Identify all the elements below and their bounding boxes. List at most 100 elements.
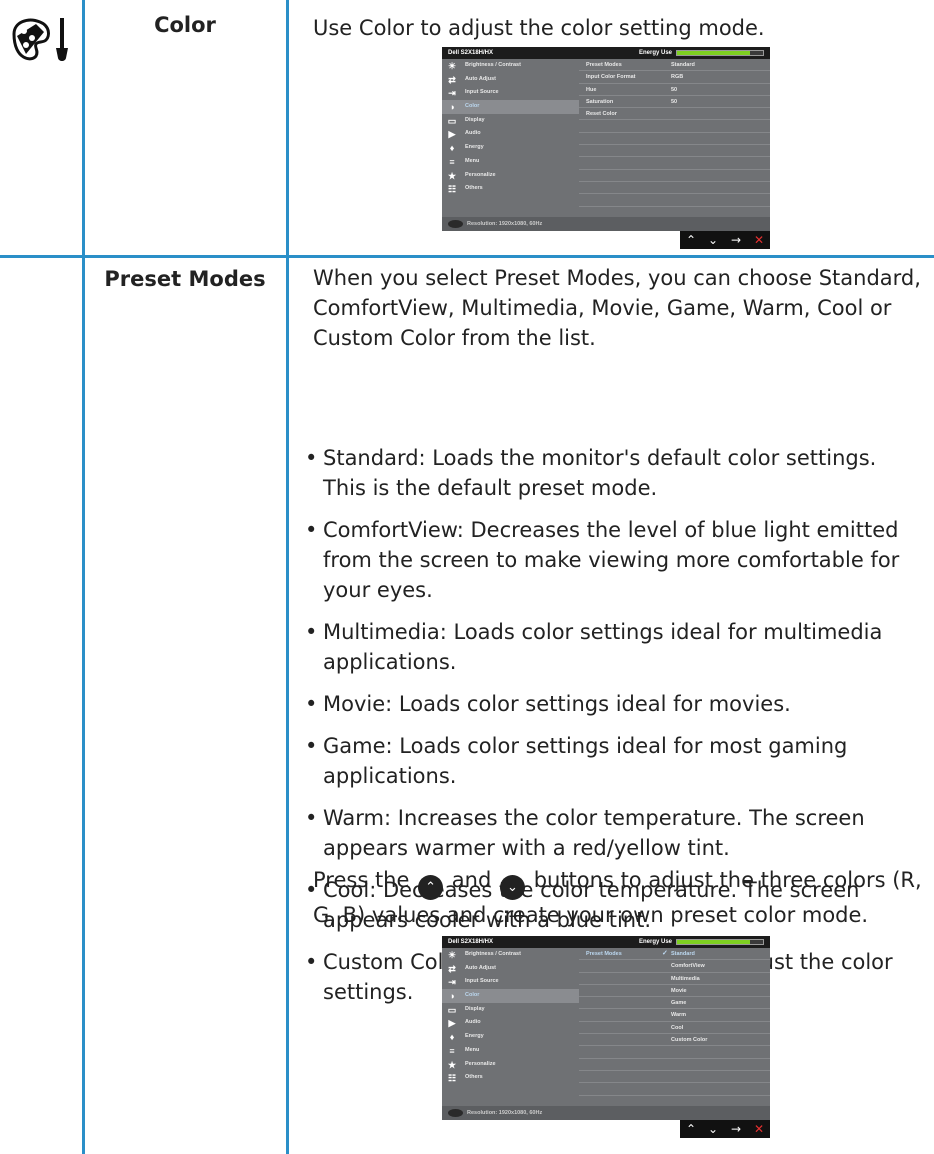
osd-setting-row[interactable]: Reset Color	[579, 108, 770, 121]
osd-menu-label: Others	[465, 185, 483, 192]
osd-preset-option[interactable]: Game	[579, 997, 770, 1010]
dell-logo	[448, 220, 463, 228]
osd-preset-option[interactable]: Warm	[579, 1009, 770, 1022]
down-icon[interactable]: ⌄	[708, 1121, 718, 1137]
osd-menu-item[interactable]: ☷ Others	[442, 182, 579, 196]
osd-setting-row[interactable]: Hue 50	[579, 84, 770, 96]
menu-icon: ≡	[449, 1045, 455, 1056]
osd-setting-value: Standard	[671, 62, 695, 68]
osd-menu-item[interactable]: ♦ Energy	[442, 1030, 579, 1044]
osd-menu-item[interactable]: ▭ Display	[442, 114, 579, 128]
osd-menu-label: Color	[465, 103, 480, 110]
energy-use-fill	[677, 940, 751, 944]
color-description: Use Color to adjust the color setting mo…	[313, 16, 765, 40]
color-palette-icon	[10, 14, 76, 66]
brightness-icon: ☀	[447, 61, 457, 71]
osd-setting-row	[579, 145, 770, 158]
enter-icon[interactable]: →	[731, 1121, 741, 1137]
others-icon: ☷	[447, 1073, 457, 1084]
osd-menu-label: Menu	[465, 1046, 480, 1053]
osd-preset-option	[579, 1083, 770, 1096]
osd-menu-label: Menu	[465, 157, 480, 164]
down-arrow-icon: ⌄	[500, 875, 525, 900]
osd-menu-item[interactable]: ◑ Color	[442, 100, 579, 114]
osd-setting-key: Input Color Format	[586, 74, 636, 81]
osd-preset-option[interactable]: Movie	[579, 985, 770, 998]
osd-preset-value: Multimedia	[671, 975, 700, 982]
osd-menu-item[interactable]: ▶ Audio	[442, 1016, 579, 1030]
osd-preset-option[interactable]: Multimedia	[579, 973, 770, 985]
osd-preset-options: Preset Modes ✓ Standard ComfortView Multimed…	[579, 948, 770, 1106]
osd-model: Dell S2X18H/HX	[448, 50, 494, 56]
preset-mode-item: ComfortView: Decreases the level of blue…	[305, 515, 925, 605]
preset-mode-item: Multimedia: Loads color settings ideal f…	[305, 617, 925, 677]
osd-menu-item[interactable]: ◑ Color	[442, 989, 579, 1003]
osd-menu-label: Auto Adjust	[465, 75, 496, 82]
osd-menu-item[interactable]: ★ Personalize	[442, 1058, 579, 1072]
osd-menu-label: Input Source	[465, 89, 499, 96]
osd-setting-row	[579, 182, 770, 195]
preset-mode-item: Warm: Increases the color temperature. T…	[305, 803, 925, 863]
menu-icon: ≡	[449, 156, 455, 167]
osd-setting-row[interactable]: Saturation 50	[579, 96, 770, 109]
osd-menu-item[interactable]: ▶ Audio	[442, 127, 579, 141]
press-text-pre: Press the	[313, 868, 410, 892]
osd-menu-item[interactable]: ≡ Menu	[442, 1044, 579, 1058]
enter-icon[interactable]: →	[731, 232, 741, 248]
osd-menu-label: Energy	[465, 1033, 484, 1040]
exit-icon[interactable]: ✕	[754, 1121, 764, 1137]
osd-preset-option	[579, 1071, 770, 1084]
osd-setting-key: Hue	[586, 86, 597, 93]
osd-menu-item[interactable]: ⇄ Auto Adjust	[442, 962, 579, 976]
star-icon: ★	[447, 170, 457, 181]
display-icon: ▭	[447, 115, 457, 126]
osd-setting-row[interactable]: Preset Modes Standard	[579, 59, 770, 72]
osd-preset-option[interactable]: Cool	[579, 1022, 770, 1035]
osd-nav-buttons: ⌃ ⌄ → ✕	[680, 231, 770, 249]
osd-energy-label: Energy Use	[639, 50, 673, 56]
osd-menu-label: Energy	[465, 144, 484, 151]
osd-menu-list: ☀ Brightness / Contrast ⇄ Auto Adjust ⇥ Input…	[442, 59, 579, 217]
table-rule-row	[0, 255, 934, 258]
table-rule-left	[82, 0, 85, 1154]
preset-mode-item: Standard: Loads the monitor's default co…	[305, 443, 925, 503]
osd-menu-item[interactable]: ⇄ Auto Adjust	[442, 73, 579, 87]
osd-menu-item[interactable]: ★ Personalize	[442, 169, 579, 183]
osd-menu-item[interactable]: ☷ Others	[442, 1071, 579, 1085]
osd-preset-option[interactable]: Custom Color	[579, 1034, 770, 1047]
osd-menu-label: Brightness / Contrast	[465, 62, 521, 68]
osd-menu-item[interactable]: ▭ Display	[442, 1003, 579, 1017]
osd-setting-row	[579, 170, 770, 182]
osd-preset-value: Warm	[671, 1012, 687, 1019]
osd-preset-option[interactable]: Preset Modes ✓ Standard	[579, 948, 770, 961]
exit-icon[interactable]: ✕	[754, 232, 764, 248]
brightness-icon: ☀	[447, 950, 457, 960]
press-instructions: Press the ⌃ and ⌄ buttons to adjust the …	[313, 865, 925, 930]
osd-menu-color: Dell S2X18H/HX Energy Use ☀ Brightness / …	[442, 47, 770, 231]
energy-use-bar	[676, 50, 764, 56]
osd-menu-label: Audio	[465, 130, 481, 137]
osd-energy-label: Energy Use	[639, 939, 673, 945]
osd-menu-label: Display	[465, 1005, 485, 1012]
osd-preset-option	[579, 1059, 770, 1071]
up-icon[interactable]: ⌃	[686, 232, 696, 248]
osd-preset-value: Game	[671, 1000, 687, 1007]
osd-menu-item[interactable]: ≡ Menu	[442, 155, 579, 169]
osd-menu-item[interactable]: ☀ Brightness / Contrast	[442, 948, 579, 962]
energy-icon: ♦	[449, 143, 455, 154]
osd-preset-option[interactable]: ComfortView	[579, 960, 770, 973]
preset-intro: When you select Preset Modes, you can ch…	[313, 266, 921, 350]
osd-preset-value: ComfortView	[671, 963, 705, 970]
up-icon[interactable]: ⌃	[686, 1121, 696, 1137]
auto-adjust-icon: ⇄	[448, 74, 456, 85]
input-source-icon: ⇥	[448, 977, 456, 988]
osd-menu-preset: Dell S2X18H/HX Energy Use ☀ Brightness / …	[442, 936, 770, 1120]
osd-setting-row[interactable]: Input Color Format RGB	[579, 71, 770, 84]
osd-menu-item[interactable]: ⇥ Input Source	[442, 86, 579, 100]
osd-menu-item[interactable]: ♦ Energy	[442, 141, 579, 155]
color-icon: ◑	[449, 991, 455, 1002]
osd-menu-item[interactable]: ☀ Brightness / Contrast	[442, 59, 579, 73]
energy-use-bar	[676, 939, 764, 945]
osd-menu-item[interactable]: ⇥ Input Source	[442, 975, 579, 989]
down-icon[interactable]: ⌄	[708, 232, 718, 248]
